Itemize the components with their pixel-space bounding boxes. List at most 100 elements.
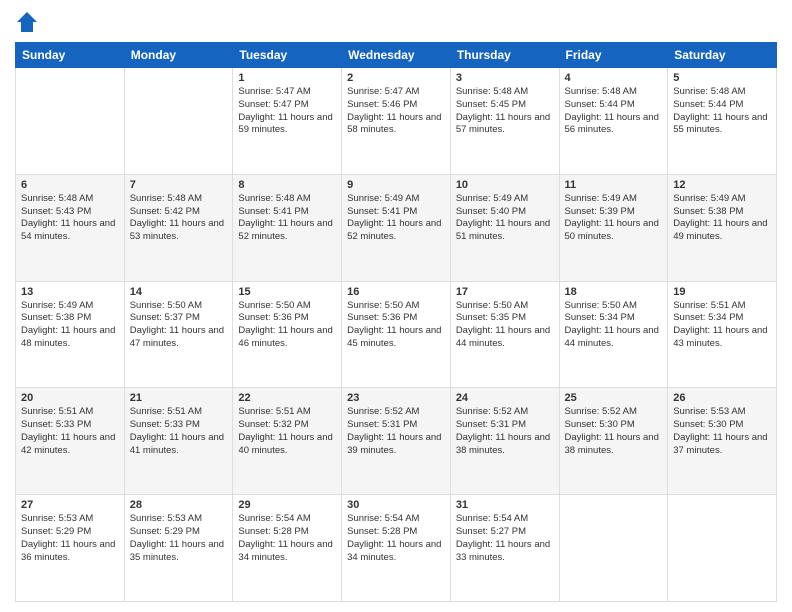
day-number: 7: [130, 179, 228, 191]
calendar-cell: 7 Sunrise: 5:48 AM Sunset: 5:42 PM Daylig…: [124, 174, 233, 281]
day-number: 27: [21, 499, 119, 511]
calendar-cell: 14 Sunrise: 5:50 AM Sunset: 5:37 PM Dayli…: [124, 281, 233, 388]
cell-info: Sunrise: 5:53 AM Sunset: 5:29 PM Dayligh…: [130, 513, 228, 564]
calendar-cell: 12 Sunrise: 5:49 AM Sunset: 5:38 PM Dayli…: [668, 174, 777, 281]
calendar-day-header: Monday: [124, 43, 233, 68]
cell-info: Sunrise: 5:51 AM Sunset: 5:33 PM Dayligh…: [21, 406, 119, 457]
cell-info: Sunrise: 5:52 AM Sunset: 5:31 PM Dayligh…: [456, 406, 554, 457]
cell-info: Sunrise: 5:52 AM Sunset: 5:31 PM Dayligh…: [347, 406, 445, 457]
day-number: 18: [565, 286, 663, 298]
calendar-cell: 4Sunrise: 5:48 AM Sunset: 5:44 PM Daylig…: [559, 68, 668, 175]
calendar-cell: 26Sunrise: 5:53 AM Sunset: 5:30 PM Dayli…: [668, 388, 777, 495]
calendar-cell: 19Sunrise: 5:51 AM Sunset: 5:34 PM Dayli…: [668, 281, 777, 388]
calendar-cell: 30 Sunrise: 5:54 AM Sunset: 5:28 PM Dayli…: [342, 495, 451, 602]
calendar-cell: 21 Sunrise: 5:51 AM Sunset: 5:33 PM Dayli…: [124, 388, 233, 495]
cell-info: Sunrise: 5:54 AM Sunset: 5:28 PM Dayligh…: [238, 513, 336, 564]
cell-info: Sunrise: 5:48 AM Sunset: 5:42 PM Dayligh…: [130, 193, 228, 244]
calendar-cell: 17Sunrise: 5:50 AM Sunset: 5:35 PM Dayli…: [450, 281, 559, 388]
calendar-cell: 3 Sunrise: 5:48 AM Sunset: 5:45 PM Daylig…: [450, 68, 559, 175]
day-number: 21: [130, 392, 228, 404]
calendar-header-row: SundayMondayTuesdayWednesdayThursdayFrid…: [16, 43, 777, 68]
cell-info: Sunrise: 5:49 AM Sunset: 5:40 PM Dayligh…: [456, 193, 554, 244]
calendar-day-header: Saturday: [668, 43, 777, 68]
calendar-day-header: Sunday: [16, 43, 125, 68]
calendar-week-row: 6 Sunrise: 5:48 AM Sunset: 5:43 PM Daylig…: [16, 174, 777, 281]
calendar-cell: 27 Sunrise: 5:53 AM Sunset: 5:29 PM Dayli…: [16, 495, 125, 602]
day-number: 4: [565, 72, 663, 84]
day-number: 23: [347, 392, 445, 404]
cell-info: Sunrise: 5:49 AM Sunset: 5:38 PM Dayligh…: [673, 193, 771, 244]
calendar-cell: 5 Sunrise: 5:48 AM Sunset: 5:44 PM Daylig…: [668, 68, 777, 175]
calendar-table: SundayMondayTuesdayWednesdayThursdayFrid…: [15, 42, 777, 602]
cell-info: Sunrise: 5:50 AM Sunset: 5:34 PM Dayligh…: [565, 300, 663, 351]
calendar-cell: 22Sunrise: 5:51 AM Sunset: 5:32 PM Dayli…: [233, 388, 342, 495]
calendar-cell: [559, 495, 668, 602]
cell-info: Sunrise: 5:48 AM Sunset: 5:43 PM Dayligh…: [21, 193, 119, 244]
calendar-cell: 29 Sunrise: 5:54 AM Sunset: 5:28 PM Dayli…: [233, 495, 342, 602]
calendar-cell: 15Sunrise: 5:50 AM Sunset: 5:36 PM Dayli…: [233, 281, 342, 388]
day-number: 31: [456, 499, 554, 511]
calendar-cell: [16, 68, 125, 175]
day-number: 3: [456, 72, 554, 84]
calendar-cell: 20 Sunrise: 5:51 AM Sunset: 5:33 PM Dayli…: [16, 388, 125, 495]
calendar-cell: 23 Sunrise: 5:52 AM Sunset: 5:31 PM Dayli…: [342, 388, 451, 495]
cell-info: Sunrise: 5:49 AM Sunset: 5:41 PM Dayligh…: [347, 193, 445, 244]
cell-info: Sunrise: 5:50 AM Sunset: 5:37 PM Dayligh…: [130, 300, 228, 351]
cell-info: Sunrise: 5:47 AM Sunset: 5:47 PM Dayligh…: [238, 86, 336, 137]
calendar-cell: 2Sunrise: 5:47 AM Sunset: 5:46 PM Daylig…: [342, 68, 451, 175]
cell-info: Sunrise: 5:49 AM Sunset: 5:39 PM Dayligh…: [565, 193, 663, 244]
calendar-week-row: 1 Sunrise: 5:47 AM Sunset: 5:47 PM Daylig…: [16, 68, 777, 175]
calendar-week-row: 13 Sunrise: 5:49 AM Sunset: 5:38 PM Dayli…: [16, 281, 777, 388]
day-number: 16: [347, 286, 445, 298]
day-number: 19: [673, 286, 771, 298]
cell-info: Sunrise: 5:51 AM Sunset: 5:33 PM Dayligh…: [130, 406, 228, 457]
header: [15, 10, 777, 34]
day-number: 29: [238, 499, 336, 511]
day-number: 28: [130, 499, 228, 511]
cell-info: Sunrise: 5:48 AM Sunset: 5:41 PM Dayligh…: [238, 193, 336, 244]
calendar-cell: 10 Sunrise: 5:49 AM Sunset: 5:40 PM Dayli…: [450, 174, 559, 281]
calendar-cell: [124, 68, 233, 175]
calendar-week-row: 20 Sunrise: 5:51 AM Sunset: 5:33 PM Dayli…: [16, 388, 777, 495]
day-number: 1: [238, 72, 336, 84]
calendar-cell: 28 Sunrise: 5:53 AM Sunset: 5:29 PM Dayli…: [124, 495, 233, 602]
day-number: 20: [21, 392, 119, 404]
cell-info: Sunrise: 5:54 AM Sunset: 5:28 PM Dayligh…: [347, 513, 445, 564]
calendar-day-header: Tuesday: [233, 43, 342, 68]
day-number: 6: [21, 179, 119, 191]
day-number: 9: [347, 179, 445, 191]
day-number: 24: [456, 392, 554, 404]
day-number: 5: [673, 72, 771, 84]
cell-info: Sunrise: 5:50 AM Sunset: 5:36 PM Dayligh…: [347, 300, 445, 351]
logo: [15, 10, 43, 34]
calendar-cell: 18 Sunrise: 5:50 AM Sunset: 5:34 PM Dayli…: [559, 281, 668, 388]
day-number: 26: [673, 392, 771, 404]
calendar-cell: 31 Sunrise: 5:54 AM Sunset: 5:27 PM Dayli…: [450, 495, 559, 602]
calendar-day-header: Friday: [559, 43, 668, 68]
day-number: 25: [565, 392, 663, 404]
day-number: 10: [456, 179, 554, 191]
cell-info: Sunrise: 5:48 AM Sunset: 5:44 PM Dayligh…: [673, 86, 771, 137]
cell-info: Sunrise: 5:54 AM Sunset: 5:27 PM Dayligh…: [456, 513, 554, 564]
calendar-cell: 13 Sunrise: 5:49 AM Sunset: 5:38 PM Dayli…: [16, 281, 125, 388]
day-number: 14: [130, 286, 228, 298]
calendar-week-row: 27 Sunrise: 5:53 AM Sunset: 5:29 PM Dayli…: [16, 495, 777, 602]
page: SundayMondayTuesdayWednesdayThursdayFrid…: [0, 0, 792, 612]
cell-info: Sunrise: 5:49 AM Sunset: 5:38 PM Dayligh…: [21, 300, 119, 351]
day-number: 12: [673, 179, 771, 191]
day-number: 2: [347, 72, 445, 84]
calendar-cell: 8Sunrise: 5:48 AM Sunset: 5:41 PM Daylig…: [233, 174, 342, 281]
day-number: 30: [347, 499, 445, 511]
calendar-cell: [668, 495, 777, 602]
day-number: 17: [456, 286, 554, 298]
day-number: 13: [21, 286, 119, 298]
day-number: 11: [565, 179, 663, 191]
calendar-day-header: Thursday: [450, 43, 559, 68]
cell-info: Sunrise: 5:50 AM Sunset: 5:36 PM Dayligh…: [238, 300, 336, 351]
calendar-cell: 11 Sunrise: 5:49 AM Sunset: 5:39 PM Dayli…: [559, 174, 668, 281]
cell-info: Sunrise: 5:48 AM Sunset: 5:45 PM Dayligh…: [456, 86, 554, 137]
cell-info: Sunrise: 5:53 AM Sunset: 5:29 PM Dayligh…: [21, 513, 119, 564]
calendar-cell: 25Sunrise: 5:52 AM Sunset: 5:30 PM Dayli…: [559, 388, 668, 495]
calendar-cell: 9 Sunrise: 5:49 AM Sunset: 5:41 PM Daylig…: [342, 174, 451, 281]
cell-info: Sunrise: 5:51 AM Sunset: 5:32 PM Dayligh…: [238, 406, 336, 457]
